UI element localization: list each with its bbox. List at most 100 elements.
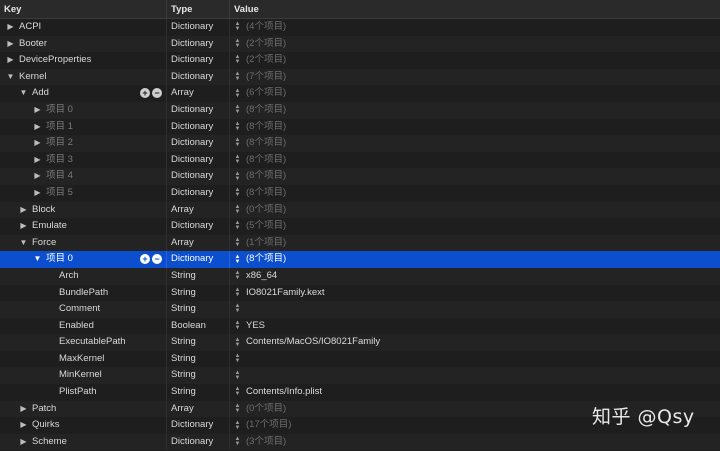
- type-cell[interactable]: Dictionary: [167, 218, 230, 235]
- up-down-stepper-icon[interactable]: ▲ ▼: [234, 38, 241, 49]
- outline-row[interactable]: MinKernel String ▲ ▼: [0, 367, 720, 385]
- up-down-stepper-icon[interactable]: ▲ ▼: [234, 254, 241, 265]
- up-down-stepper-icon[interactable]: ▲ ▼: [234, 171, 241, 182]
- outline-row[interactable]: MaxKernel String ▲ ▼: [0, 350, 720, 368]
- plus-icon[interactable]: +: [140, 88, 150, 99]
- key-cell[interactable]: ▶ Patch: [0, 400, 167, 418]
- outline-row[interactable]: ▶ 项目 3 Dictionary ▲ ▼ (8个项目): [0, 151, 720, 169]
- value-cell[interactable]: ▲ ▼ Contents/MacOS/IO8021Family: [230, 334, 720, 351]
- disclosure-collapsed-icon[interactable]: ▶: [19, 434, 28, 451]
- value-cell[interactable]: ▲ ▼ (3个项目): [230, 434, 720, 451]
- key-column-header[interactable]: Key: [0, 0, 167, 19]
- outline-row[interactable]: ▼ Add + − Array ▲ ▼ (6个项目): [0, 85, 720, 102]
- up-down-stepper-icon[interactable]: ▲ ▼: [234, 237, 241, 248]
- type-cell[interactable]: String: [167, 284, 230, 302]
- outline-row[interactable]: ExecutablePath String ▲ ▼ Contents/MacOS/IO8…: [0, 334, 720, 351]
- up-down-stepper-icon[interactable]: ▲ ▼: [234, 21, 241, 32]
- minus-icon[interactable]: −: [152, 88, 162, 99]
- up-down-stepper-icon[interactable]: ▲ ▼: [234, 88, 241, 99]
- up-down-stepper-icon[interactable]: ▲ ▼: [234, 370, 241, 381]
- up-down-stepper-icon[interactable]: ▲ ▼: [234, 54, 241, 65]
- key-cell[interactable]: ▶ 项目 3: [0, 151, 167, 169]
- value-cell[interactable]: ▲ ▼ (8个项目): [230, 168, 720, 185]
- disclosure-collapsed-icon[interactable]: ▶: [33, 135, 42, 152]
- outline-row[interactable]: ▼ 项目 0 + − Dictionary ▲ ▼ (8个项目): [0, 251, 720, 268]
- value-cell[interactable]: ▲ ▼ (2个项目): [230, 52, 720, 69]
- value-cell[interactable]: ▲ ▼ (8个项目): [230, 119, 720, 136]
- minus-icon[interactable]: −: [152, 254, 162, 265]
- disclosure-collapsed-icon[interactable]: ▶: [33, 102, 42, 119]
- outline-row[interactable]: ▶ ACPI Dictionary ▲ ▼ (4个项目): [0, 19, 720, 36]
- disclosure-collapsed-icon[interactable]: ▶: [6, 36, 15, 53]
- key-cell[interactable]: ▼ Force: [0, 234, 167, 252]
- up-down-stepper-icon[interactable]: ▲ ▼: [234, 337, 241, 348]
- key-cell[interactable]: ▶ Block: [0, 201, 167, 219]
- type-cell[interactable]: Dictionary: [167, 19, 230, 36]
- key-cell[interactable]: ExecutablePath: [0, 334, 167, 351]
- key-cell[interactable]: ▶ Booter: [0, 35, 167, 53]
- value-cell[interactable]: ▲ ▼ (6个项目): [230, 85, 720, 102]
- key-cell[interactable]: Enabled: [0, 317, 167, 335]
- up-down-stepper-icon[interactable]: ▲ ▼: [234, 303, 241, 314]
- type-cell[interactable]: Dictionary: [167, 68, 230, 86]
- type-cell[interactable]: Dictionary: [167, 184, 230, 202]
- value-cell[interactable]: ▲ ▼ (8个项目): [230, 185, 720, 202]
- key-cell[interactable]: MaxKernel: [0, 350, 167, 368]
- key-cell[interactable]: Arch: [0, 267, 167, 285]
- key-cell[interactable]: ▶ Emulate: [0, 218, 167, 235]
- type-cell[interactable]: Dictionary: [167, 118, 230, 136]
- value-cell[interactable]: ▲ ▼ (8个项目): [230, 251, 720, 268]
- up-down-stepper-icon[interactable]: ▲ ▼: [234, 137, 241, 148]
- type-cell[interactable]: Dictionary: [167, 52, 230, 69]
- up-down-stepper-icon[interactable]: ▲ ▼: [234, 403, 241, 414]
- value-cell[interactable]: ▲ ▼ (8个项目): [230, 152, 720, 169]
- disclosure-collapsed-icon[interactable]: ▶: [19, 202, 28, 219]
- up-down-stepper-icon[interactable]: ▲ ▼: [234, 353, 241, 364]
- type-cell[interactable]: String: [167, 367, 230, 385]
- key-cell[interactable]: ▼ Add + −: [0, 85, 167, 102]
- type-cell[interactable]: Array: [167, 201, 230, 219]
- disclosure-collapsed-icon[interactable]: ▶: [19, 401, 28, 418]
- up-down-stepper-icon[interactable]: ▲ ▼: [234, 270, 241, 281]
- key-cell[interactable]: ▶ 项目 4: [0, 168, 167, 185]
- key-cell[interactable]: BundlePath: [0, 284, 167, 302]
- outline-row[interactable]: ▶ 项目 0 Dictionary ▲ ▼ (8个项目): [0, 101, 720, 119]
- value-cell[interactable]: ▲ ▼ (5个项目): [230, 218, 720, 235]
- outline-row[interactable]: ▶ Block Array ▲ ▼ (0个项目): [0, 201, 720, 219]
- type-cell[interactable]: Dictionary: [167, 101, 230, 119]
- type-cell[interactable]: Array: [167, 234, 230, 252]
- type-cell[interactable]: Dictionary: [167, 168, 230, 185]
- outline-row[interactable]: ▶ Scheme Dictionary ▲ ▼ (3个项目): [0, 433, 720, 451]
- disclosure-expanded-icon[interactable]: ▼: [19, 85, 28, 102]
- value-cell[interactable]: ▲ ▼ (2个项目): [230, 36, 720, 53]
- type-cell[interactable]: Dictionary: [167, 251, 230, 268]
- up-down-stepper-icon[interactable]: ▲ ▼: [234, 187, 241, 198]
- value-cell[interactable]: ▲ ▼ IO8021Family.kext: [230, 285, 720, 302]
- key-cell[interactable]: ▶ 项目 0: [0, 101, 167, 119]
- disclosure-collapsed-icon[interactable]: ▶: [33, 168, 42, 185]
- outline-row[interactable]: ▶ 项目 1 Dictionary ▲ ▼ (8个项目): [0, 118, 720, 136]
- type-cell[interactable]: String: [167, 334, 230, 351]
- key-cell[interactable]: ▶ Quirks: [0, 417, 167, 434]
- value-cell[interactable]: ▲ ▼: [230, 367, 720, 384]
- key-cell[interactable]: ▼ 项目 0 + −: [0, 251, 167, 268]
- disclosure-collapsed-icon[interactable]: ▶: [19, 218, 28, 235]
- value-cell[interactable]: ▲ ▼: [230, 351, 720, 368]
- key-cell[interactable]: ▼ Kernel: [0, 68, 167, 86]
- key-cell[interactable]: ▶ ACPI: [0, 19, 167, 36]
- up-down-stepper-icon[interactable]: ▲ ▼: [234, 121, 241, 132]
- value-cell[interactable]: ▲ ▼ (4个项目): [230, 19, 720, 36]
- key-cell[interactable]: Comment: [0, 301, 167, 318]
- up-down-stepper-icon[interactable]: ▲ ▼: [234, 420, 241, 431]
- value-cell[interactable]: ▲ ▼ (8个项目): [230, 102, 720, 119]
- key-cell[interactable]: ▶ 项目 2: [0, 135, 167, 152]
- outline-row[interactable]: ▶ Emulate Dictionary ▲ ▼ (5个项目): [0, 218, 720, 235]
- type-cell[interactable]: String: [167, 350, 230, 368]
- up-down-stepper-icon[interactable]: ▲ ▼: [234, 104, 241, 115]
- outline-row[interactable]: Enabled Boolean ▲ ▼ YES: [0, 317, 720, 335]
- type-cell[interactable]: String: [167, 267, 230, 285]
- outline-row[interactable]: Comment String ▲ ▼: [0, 301, 720, 318]
- type-cell[interactable]: Boolean: [167, 317, 230, 335]
- outline-row[interactable]: Arch String ▲ ▼ x86_64: [0, 267, 720, 285]
- type-cell[interactable]: Dictionary: [167, 433, 230, 451]
